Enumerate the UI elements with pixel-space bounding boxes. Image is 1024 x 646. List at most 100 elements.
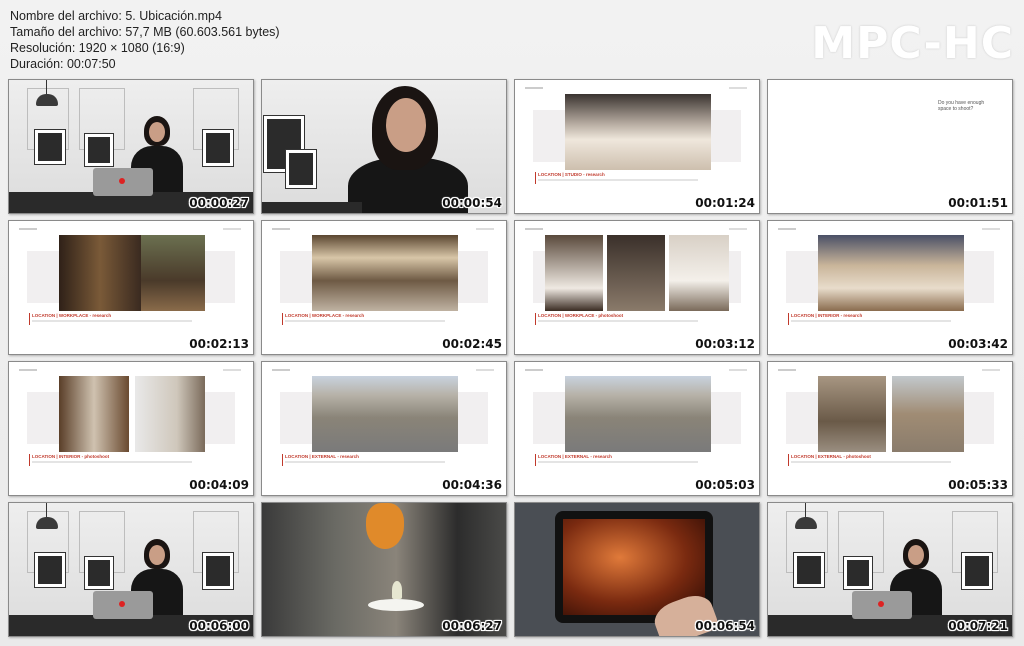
thumbnail-timestamp: 00:05:33 <box>948 478 1008 492</box>
framed-photo <box>203 553 233 589</box>
slide-header-text <box>476 369 494 371</box>
lamp-cord <box>46 503 47 517</box>
video-thumbnail: LOCATION | INTERIOR - research 00:03:42 <box>767 220 1013 355</box>
slide-caption <box>538 320 698 322</box>
slide-header-text <box>476 228 494 230</box>
hotel-photo <box>818 235 964 311</box>
thumbnail-timestamp: 00:02:13 <box>189 337 249 351</box>
slide-header-text <box>729 369 747 371</box>
framed-photo <box>35 553 65 587</box>
thumbnail-timestamp: 00:03:42 <box>948 337 1008 351</box>
slide-side-panel <box>960 392 994 444</box>
slide-logo <box>272 369 290 371</box>
slide-logo <box>525 228 543 230</box>
external-photo-right <box>892 376 964 452</box>
chef-photo-2 <box>607 235 665 311</box>
thumbnail-timestamp: 00:00:27 <box>189 196 249 210</box>
framed-photo <box>794 553 824 587</box>
thumbnail-timestamp: 00:01:51 <box>948 196 1008 210</box>
video-thumbnail: 00:07:21 <box>767 502 1013 637</box>
presenter-face <box>386 98 426 152</box>
slide-caption <box>791 461 951 463</box>
pendant-lamp-icon <box>36 517 58 529</box>
slide-header-text <box>223 228 241 230</box>
presenter-face <box>908 545 924 565</box>
slide-side-panel <box>27 392 61 444</box>
video-thumbnail: LOCATION | WORKPLACE - photoshoot 00:03:… <box>514 220 760 355</box>
slide-caption <box>285 320 445 322</box>
slide-side-panel <box>280 392 314 444</box>
studio-photo <box>565 94 711 170</box>
framed-photo <box>962 553 992 589</box>
file-size: Tamaño del archivo: 57,7 MB (60.603.561 … <box>10 25 280 39</box>
thumbnail-timestamp: 00:06:54 <box>695 619 755 633</box>
interior-photo-left <box>59 376 129 452</box>
palais-royal-photo <box>312 376 458 452</box>
framed-photo <box>85 134 113 166</box>
interior-photo-right <box>135 376 205 452</box>
slide-label: LOCATION | INTERIOR - photoshoot <box>32 454 110 459</box>
framed-photo <box>203 130 233 166</box>
slide-side-panel <box>786 251 820 303</box>
framed-photo <box>844 557 872 589</box>
slide-accent-bar <box>282 454 283 466</box>
slide-caption <box>32 461 192 463</box>
slide-header-text <box>729 87 747 89</box>
slide-caption <box>538 179 698 181</box>
slide-caption <box>791 320 951 322</box>
video-thumbnail: 00:06:00 <box>8 502 254 637</box>
video-thumbnail: 00:06:54 <box>514 502 760 637</box>
slide-side-panel <box>786 392 820 444</box>
thumbnail-timestamp: 00:03:12 <box>695 337 755 351</box>
slide-accent-bar <box>788 454 789 466</box>
pendant-lamp-icon <box>795 517 817 529</box>
palais-royal-photo <box>565 376 711 452</box>
slide-accent-bar <box>535 454 536 466</box>
slide-label: LOCATION | EXTERNAL - research <box>538 454 612 459</box>
chef-photo-3 <box>669 235 729 311</box>
mpc-hc-logo: MPC-HC <box>811 18 1014 69</box>
video-thumbnail: 00:06:27 <box>261 502 507 637</box>
framed-photo <box>286 150 316 188</box>
pendant-lamp-icon <box>36 94 58 106</box>
slide-side-panel <box>27 251 61 303</box>
video-thumbnail: Do you have enough space to shoot? 00:01:… <box>767 79 1013 214</box>
video-thumbnail: LOCATION | WORKPLACE - research 00:02:13 <box>8 220 254 355</box>
table <box>368 599 424 611</box>
slide-header-text <box>982 369 1000 371</box>
slide-side-panel <box>960 251 994 303</box>
workplace-photo-left <box>59 235 141 311</box>
file-info: Nombre del archivo: 5. Ubicación.mp4 Tam… <box>10 8 280 72</box>
laptop-logo-icon <box>878 601 884 607</box>
slide-side-panel <box>454 251 488 303</box>
kitchen-photo <box>312 235 458 311</box>
slide-logo <box>525 369 543 371</box>
slide-logo <box>19 228 37 230</box>
slide-side-panel <box>201 392 235 444</box>
slide-label: LOCATION | INTERIOR - research <box>791 313 863 318</box>
presenter-face <box>149 122 165 142</box>
file-resolution: Resolución: 1920 × 1080 (16:9) <box>10 41 185 55</box>
slide-logo <box>778 228 796 230</box>
thumbnail-timestamp: 00:01:24 <box>695 196 755 210</box>
slide-side-panel <box>454 392 488 444</box>
external-photo-left <box>818 376 886 452</box>
file-name: Nombre del archivo: 5. Ubicación.mp4 <box>10 9 222 23</box>
video-thumbnail: LOCATION | EXTERNAL - research 00:04:36 <box>261 361 507 496</box>
slide-accent-bar <box>29 313 30 325</box>
slide-accent-bar <box>788 313 789 325</box>
thumbnail-timestamp: 00:02:45 <box>442 337 502 351</box>
slide-logo <box>778 369 796 371</box>
slide-caption <box>285 461 445 463</box>
slide-label: LOCATION | EXTERNAL - photoshoot <box>791 454 871 459</box>
slide-label: LOCATION | WORKPLACE - research <box>32 313 112 318</box>
slide-accent-bar <box>282 313 283 325</box>
slide-logo <box>272 228 290 230</box>
slide-side-panel <box>280 251 314 303</box>
slide-label: LOCATION | WORKPLACE - research <box>285 313 365 318</box>
video-thumbnail: LOCATION | INTERIOR - photoshoot 00:04:0… <box>8 361 254 496</box>
file-duration: Duración: 00:07:50 <box>10 57 116 71</box>
chef-photo-1 <box>545 235 603 311</box>
video-thumbnail: LOCATION | EXTERNAL - research 00:05:03 <box>514 361 760 496</box>
video-thumbnail: LOCATION | WORKPLACE - research 00:02:45 <box>261 220 507 355</box>
